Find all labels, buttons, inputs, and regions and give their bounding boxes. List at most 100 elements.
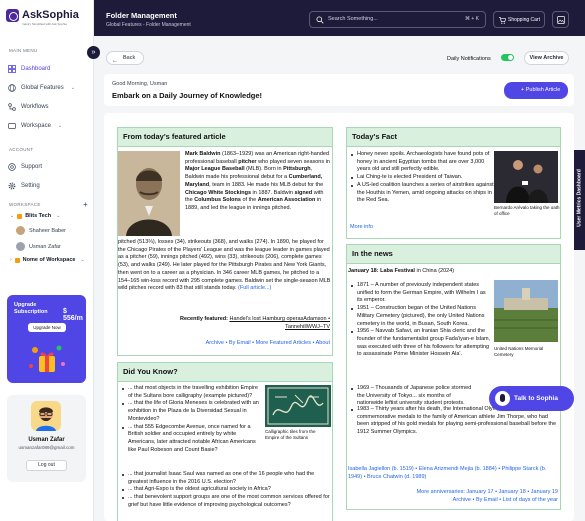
publish-article-button[interactable]: + Publish Article [504,82,568,99]
list-item: 1956 – Navvab Safavi, an Iranian Shia cl… [351,328,491,359]
user-avatar-icon [36,407,56,431]
workspace-icon [8,123,16,129]
news-footer-links[interactable]: Archive • By Email • List of days of the… [348,497,558,505]
brand-tagline: Inquiry Simplified with Ask Sophia [22,22,67,26]
search-placeholder: Search Something... [328,16,378,22]
list-item: ... that Agri-Expo is the oldest agricul… [122,486,332,494]
globe-icon [8,84,16,92]
list-item: ... that the life of Gloria Meneses is c… [122,400,262,423]
talk-to-sophia-button[interactable]: Talk to Sophia [489,386,574,411]
main-menu-label: MAIN MENU [9,48,38,53]
sidebar-item-global-features[interactable]: Global Features ⌄ [8,83,75,93]
featured-body: pitched (513⅔), losses (34), strikeouts … [118,239,331,292]
logo-icon [6,9,19,22]
workspace-item-other[interactable]: › Nome of Workspace ⌄ [10,257,85,263]
oath-photo [494,151,558,203]
page-title: Folder Management [106,11,177,20]
list-item: ... that benevolent support groups are o… [122,494,332,509]
featured-heading: From today's featured article [117,127,333,147]
sidebar-item-setting[interactable]: Setting [8,181,40,191]
fact-list: Honey never spoils. Archaeologists have … [351,151,494,205]
image-icon [557,16,565,24]
member-name: Shaheer Baber [29,227,66,234]
avatar [16,226,25,235]
workflow-icon [8,103,16,111]
breadcrumb: Global Features - Folder Management [106,22,191,28]
featured-summary: Mark Baldwin (1863–1929) was an American… [185,151,330,211]
logout-button[interactable]: Log out [26,460,67,471]
user-email: usmanzafar089@gmail.com [18,445,75,450]
header: Folder Management Global Features - Fold… [94,0,585,36]
dashboard-icon [8,65,16,73]
sidebar: AskSophia Inquiry Simplified with Ask So… [0,0,94,521]
chevron-down-icon: ⌄ [57,123,63,129]
sidebar-item-label: Workflows [21,104,49,110]
more-info-link[interactable]: More info [350,224,373,232]
workspace-name: Blits Tech [25,213,52,219]
news-heading: In the news [346,244,561,264]
more-anniversaries[interactable]: More anniversaries: January 17 • January… [348,489,558,497]
recent-items-link[interactable]: Handel's lost Hamburg operasAdamson • Ta… [230,316,331,330]
image-button[interactable] [552,11,569,28]
list-item: Honey never spoils. Archaeologists have … [351,151,494,174]
sidebar-item-label: Support [21,164,43,170]
list-item: A US-led coalition launches a series of … [351,182,494,205]
greeting-headline: Embark on a Daily Journey of Knowledge! [112,91,263,100]
add-workspace-button[interactable]: + [83,200,88,209]
avatar[interactable] [31,401,61,431]
brand-logo[interactable]: AskSophia [6,9,79,22]
member-item[interactable]: Shaheer Baber [16,226,66,235]
chevron-down-icon: ⌄ [56,213,61,219]
content-area: From today's featured article Mark Baldw… [104,113,574,521]
user-metrics-tab[interactable]: User Metrics Dashboard [574,150,585,250]
list-item: ... that journalist Isaac Saul was named… [122,471,332,486]
list-item: ... that most objects in the travelling … [122,385,262,400]
search-icon [316,16,324,24]
upgrade-now-button[interactable]: Upgrade Now [28,323,66,332]
gear-icon [8,182,16,190]
fact-caption: Bernardo Arévalo taking the oath of offi… [494,205,560,216]
account-label: ACCOUNT [9,147,34,152]
sidebar-item-workspace[interactable]: Workspace ⌄ [8,121,62,131]
chevron-down-icon: ⌄ [10,213,15,219]
news-list-narrow: 1969 – Thousands of Japanese police stor… [351,385,476,408]
cemetery-photo [494,280,558,342]
births-links[interactable]: Isabella Jagiellon (b. 1519) • Elena Ari… [348,466,558,481]
daily-notifications-toggle[interactable] [501,54,514,61]
brand-name: AskSophia [22,9,79,21]
workspace-item-blits[interactable]: ⌄ Blits Tech ⌄ [10,213,60,219]
dyk-caption: Calligraphic tiles from the Empire of th… [265,429,316,440]
upgrade-price: $ 556/m [63,308,83,322]
shopping-cart-button[interactable]: Shopping Cart [493,11,545,28]
back-arrow-icon: ← [112,58,118,64]
upgrade-card: Upgrade Subscription $ 556/m Upgrade Now [7,295,86,383]
sidebar-item-dashboard[interactable]: Dashboard [8,64,50,74]
portrait-photo [118,151,180,236]
recently-featured: Recently featured: Handel's lost Hamburg… [179,316,331,330]
sidebar-item-label: Dashboard [21,66,51,72]
news-caption: United Nations Memorial Cemetery [494,346,544,357]
workspace-label: WORKSPACE [9,202,41,207]
dyk-list-wide: ... that journalist Isaac Saul was named… [122,471,332,510]
search-input[interactable]: Search Something... ⌘ + K [309,11,486,28]
workspace-name: Nome of Workspace [22,257,76,263]
view-archive-button[interactable]: View Archive [524,51,569,65]
member-name: Usman Zafar [29,243,61,250]
avatar [16,242,25,251]
featured-footer-links[interactable]: Archive • By Email • More Featured Artic… [144,340,330,348]
sidebar-item-workflows[interactable]: Workflows [8,102,49,112]
member-item[interactable]: Usman Zafar [16,242,61,251]
chevron-down-icon: ⌄ [70,85,75,91]
back-button[interactable]: ← Back [106,51,144,65]
list-item: 1951 – Construction began of the United … [351,305,491,328]
celebration-illustration [29,345,65,372]
list-item: 1871 – A number of previously independen… [351,282,491,305]
sidebar-item-support[interactable]: Support [8,162,42,172]
search-shortcut: ⌘ + K [464,16,479,22]
full-article-link[interactable]: (Full article...) [238,285,271,291]
collapse-sidebar-button[interactable]: » [87,46,100,59]
list-item: 1969 – Thousands of Japanese police stor… [351,385,476,408]
greeting-text: Good Morning, Usman [112,81,168,87]
news-list: 1871 – A number of previously independen… [351,282,491,359]
user-card: Usman Zafar usmanzafar089@gmail.com Log … [7,395,86,482]
